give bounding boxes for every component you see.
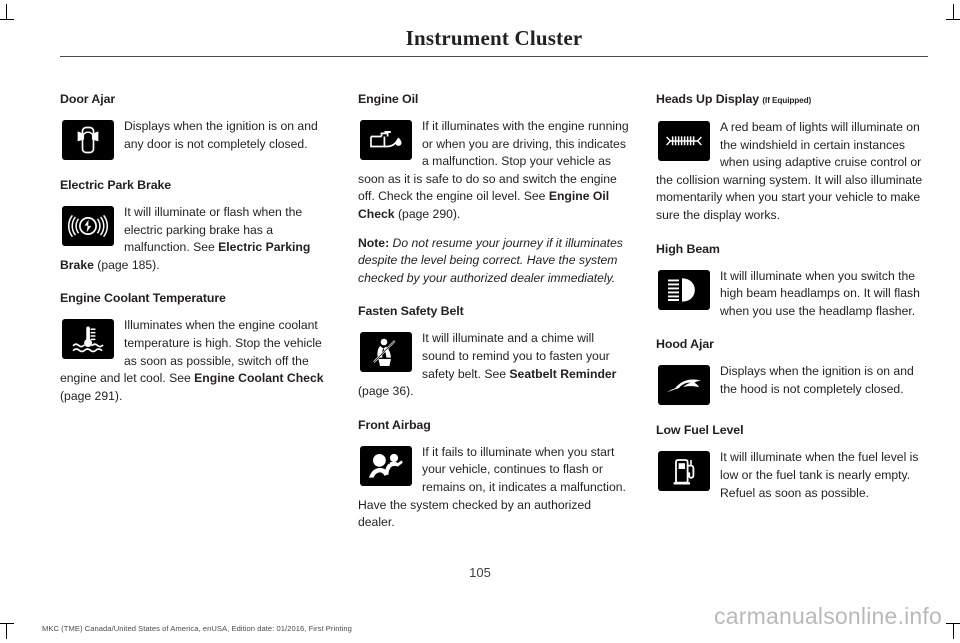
page-number: 105 bbox=[469, 565, 491, 580]
section-heading: Front Airbag bbox=[358, 417, 431, 432]
crop-mark-top-left bbox=[6, 4, 7, 20]
body-paragraph: It will illuminate when you switch the h… bbox=[656, 268, 928, 321]
section-heading: Door Ajar bbox=[60, 92, 116, 106]
text-run: Displays when the ignition is on and the… bbox=[720, 364, 914, 396]
telltale-section: Low Fuel Level It will illuminate when t… bbox=[656, 423, 928, 502]
text-run: It will illuminate when you switch the h… bbox=[720, 268, 920, 318]
crop-mark-bottom-right bbox=[946, 623, 960, 624]
body-paragraph: If it fails to illuminate when you start… bbox=[358, 444, 630, 532]
telltale-section: High Beam It will illuminate when you sw… bbox=[656, 242, 928, 321]
section-heading: Fasten Safety Belt bbox=[358, 304, 464, 319]
note-paragraph: Note: Do not resume your journey if it i… bbox=[358, 235, 630, 288]
text-run: (page 291). bbox=[60, 388, 123, 403]
high-beam-telltale-icon bbox=[658, 269, 710, 310]
text-run: (page 290). bbox=[394, 206, 461, 221]
crop-mark-top-right bbox=[953, 4, 954, 20]
section-qualifier: (If Equipped) bbox=[762, 96, 812, 105]
body-paragraph: Displays when the ignition is on and any… bbox=[60, 118, 332, 160]
section-heading: High Beam bbox=[656, 241, 720, 256]
engine-coolant-temperature-telltale-icon bbox=[62, 319, 114, 360]
body-paragraph: A red beam of lights will illuminate on … bbox=[656, 119, 928, 225]
telltale-section: Hood Ajar Displays when the ignition is … bbox=[656, 337, 928, 406]
section-heading: Hood Ajar bbox=[656, 337, 714, 352]
text-run: (page 185). bbox=[93, 257, 160, 272]
imprint-line: MKC (TME) Canada/United States of Americ… bbox=[42, 624, 352, 633]
body-paragraph: It will illuminate when the fuel level i… bbox=[656, 449, 928, 502]
telltale-section: Engine Oil If it illuminates with the en… bbox=[358, 92, 630, 287]
crop-mark-bottom-left bbox=[6, 623, 7, 639]
electric-park-brake-telltale-icon bbox=[62, 206, 114, 246]
manual-page: { "header": { "title": "Instrument Clust… bbox=[0, 0, 960, 643]
engine-oil-telltale-icon bbox=[360, 120, 412, 160]
content-column: Heads Up Display (If Equipped) A red bea… bbox=[656, 92, 928, 502]
page-header: Instrument Cluster bbox=[60, 26, 928, 57]
section-heading: Low Fuel Level bbox=[656, 423, 744, 438]
crop-mark-bottom-right bbox=[953, 623, 954, 639]
front-airbag-telltale-icon bbox=[360, 445, 412, 486]
telltale-section: Electric Park Brake It will illuminate o… bbox=[60, 178, 332, 274]
low-fuel-level-telltale-icon bbox=[658, 451, 710, 492]
hood-ajar-telltale-icon bbox=[658, 365, 710, 406]
telltale-section: Engine Coolant Temperature Illuminates w… bbox=[60, 291, 332, 405]
door-ajar-telltale-icon bbox=[62, 120, 114, 160]
section-heading: Heads Up Display (If Equipped) bbox=[656, 92, 812, 106]
section-heading: Electric Park Brake bbox=[60, 178, 172, 192]
body-paragraph: Illuminates when the engine coolant temp… bbox=[60, 317, 332, 405]
body-paragraph: If it illuminates with the engine runnin… bbox=[358, 118, 630, 224]
text-run: It will illuminate when the fuel level i… bbox=[720, 450, 919, 500]
body-paragraph: It will illuminate and a chime will soun… bbox=[358, 330, 630, 400]
section-heading: Engine Oil bbox=[358, 92, 419, 106]
page-title: Instrument Cluster bbox=[405, 26, 583, 50]
body-paragraph: Displays when the ignition is on and the… bbox=[656, 363, 928, 406]
page-columns: Door Ajar Displays when the ignition is … bbox=[60, 92, 928, 532]
watermark: carmanualsonline.info bbox=[714, 603, 942, 629]
crop-mark-top-left bbox=[0, 19, 14, 20]
telltale-section: Fasten Safety Belt It will illuminate an… bbox=[358, 304, 630, 400]
note-label: Note: bbox=[358, 235, 390, 250]
telltale-section: Front Airbag If it fails to illuminate w… bbox=[358, 418, 630, 532]
body-paragraph: It will illuminate or flash when the ele… bbox=[60, 204, 332, 274]
crop-mark-bottom-left bbox=[0, 623, 14, 624]
content-column: Door Ajar Displays when the ignition is … bbox=[60, 92, 332, 405]
text-run: Displays when the ignition is on and any… bbox=[124, 119, 318, 151]
cross-reference: Engine Coolant Check bbox=[194, 371, 324, 386]
text-run: (page 36). bbox=[358, 384, 414, 399]
section-heading: Engine Coolant Temperature bbox=[60, 291, 226, 306]
cross-reference: Seatbelt Reminder bbox=[509, 366, 617, 381]
header-divider bbox=[60, 56, 928, 57]
telltale-section: Heads Up Display (If Equipped) A red bea… bbox=[656, 92, 928, 225]
heads-up-display-telltale-icon bbox=[658, 121, 710, 161]
content-column: Engine Oil If it illuminates with the en… bbox=[358, 92, 630, 532]
telltale-section: Door Ajar Displays when the ignition is … bbox=[60, 92, 332, 161]
text-run: Do not resume your journey if it illumin… bbox=[358, 235, 623, 285]
crop-mark-top-right bbox=[946, 19, 960, 20]
fasten-safety-belt-telltale-icon bbox=[360, 332, 412, 373]
